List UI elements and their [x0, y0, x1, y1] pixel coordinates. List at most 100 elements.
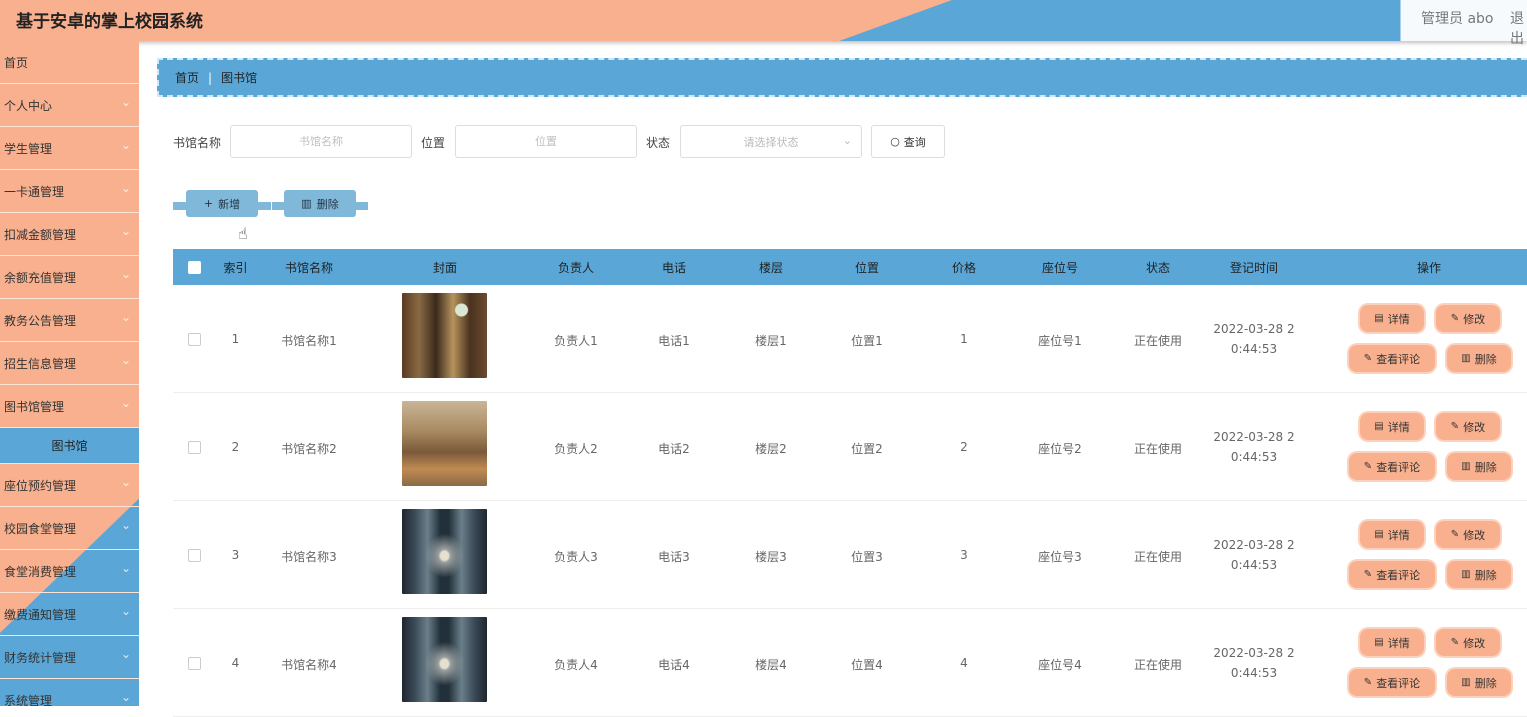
location-search-input[interactable] — [455, 125, 637, 158]
sidebar-item-label: 系统管理 — [4, 693, 53, 707]
app-title: 基于安卓的掌上校园系统 — [16, 12, 203, 32]
chevron-down-icon: ⌄ — [120, 310, 131, 324]
cell-status: 正在使用 — [1133, 550, 1182, 564]
sidebar-item-home[interactable]: 首页 — [0, 41, 139, 84]
add-button[interactable]: + 新增 — [173, 190, 271, 217]
row-checkbox[interactable] — [188, 333, 201, 346]
sidebar-item-students[interactable]: 学生管理 ⌄ — [0, 127, 139, 170]
status-select[interactable]: 请选择状态 ⌄ — [680, 125, 862, 158]
cell-seat: 座位号3 — [1038, 550, 1082, 564]
cell-price: 3 — [960, 548, 968, 562]
column-header: 负责人 — [557, 260, 594, 275]
cell-status: 正在使用 — [1133, 442, 1182, 456]
chevron-down-icon: ⌄ — [120, 561, 131, 575]
sidebar-item-notices[interactable]: 教务公告管理 ⌄ — [0, 299, 139, 342]
cell-seat: 座位号4 — [1038, 658, 1082, 672]
library-table: 索引 书馆名称 封面 负责人 电话 楼层 位置 价格 座位号 状态 登记时间 操… — [173, 249, 1527, 717]
edit-button[interactable]: ✎ 修改 — [1436, 305, 1500, 332]
row-delete-button[interactable]: ▥ 删除 — [1447, 669, 1511, 696]
sidebar-menu: 首页 个人中心 ⌄ 学生管理 ⌄ 一卡通管理 ⌄ 扣减金额管理 ⌄ 余额充值管理 ⌄ 教务… — [0, 41, 139, 706]
trash-icon: ▥ — [1461, 569, 1471, 580]
row-checkbox[interactable] — [188, 657, 201, 670]
delete-button[interactable]: ▥ 删除 — [272, 190, 368, 217]
select-all-checkbox[interactable] — [188, 261, 201, 274]
view-comments-button[interactable]: ✎ 查看评论 — [1349, 669, 1435, 696]
button-decoration — [354, 202, 368, 210]
sidebar-item-label: 缴费通知管理 — [4, 607, 77, 622]
cell-status: 正在使用 — [1133, 658, 1182, 672]
sidebar-item-fee-notices[interactable]: 缴费通知管理 ⌄ — [0, 593, 139, 636]
chevron-down-icon: ⌄ — [120, 95, 131, 109]
sidebar-item-library[interactable]: 图书馆管理 ⌄ — [0, 385, 139, 428]
column-header: 楼层 — [758, 260, 783, 275]
cell-phone: 电话1 — [658, 334, 690, 348]
sidebar-item-admissions[interactable]: 招生信息管理 ⌄ — [0, 342, 139, 385]
sidebar-item-canteen-spending[interactable]: 食堂消费管理 ⌄ — [0, 550, 139, 593]
mouse-cursor-icon: ☝ — [238, 224, 248, 243]
row-delete-button[interactable]: ▥ 删除 — [1447, 561, 1511, 588]
sidebar-item-personal-center[interactable]: 个人中心 ⌄ — [0, 84, 139, 127]
name-search-input[interactable] — [230, 125, 412, 158]
view-comments-label: 查看评论 — [1376, 676, 1421, 690]
row-delete-label: 删除 — [1474, 568, 1497, 582]
edit-button[interactable]: ✎ 修改 — [1436, 629, 1500, 656]
document-icon: ▤ — [1374, 529, 1384, 540]
sidebar-item-system[interactable]: 系统管理 ⌄ — [0, 679, 139, 706]
chevron-down-icon: ⌄ — [120, 181, 131, 195]
cell-time-line2: 0:44:53 — [1230, 558, 1278, 572]
sidebar-subitem-library[interactable]: 图书馆 — [0, 428, 139, 464]
table-row: 2 书馆名称2 负责人2 电话2 楼层2 位置2 2 座位号2 正在使用 202… — [173, 393, 1527, 501]
cell-time-line1: 2022-03-28 2 — [1213, 538, 1295, 552]
detail-button[interactable]: ▤ 详情 — [1360, 521, 1424, 548]
current-user[interactable]: 管理员 abo — [1421, 8, 1493, 28]
document-icon: ▤ — [1374, 637, 1384, 648]
cell-name: 书馆名称3 — [281, 550, 337, 564]
query-button[interactable]: ○ 查询 — [871, 125, 945, 158]
row-checkbox[interactable] — [188, 441, 201, 454]
cell-floor: 楼层4 — [755, 658, 787, 672]
cell-phone: 电话4 — [658, 658, 690, 672]
edit-icon: ✎ — [1363, 677, 1373, 688]
logout-link[interactable]: 退出 — [1510, 8, 1527, 48]
plus-icon: + — [203, 197, 214, 210]
row-checkbox[interactable] — [188, 549, 201, 562]
column-header: 座位号 — [1041, 260, 1078, 275]
detail-button-label: 详情 — [1387, 312, 1410, 326]
breadcrumb-home[interactable]: 首页 — [175, 69, 199, 86]
sidebar-item-label: 个人中心 — [4, 98, 53, 113]
sidebar-item-label: 校园食堂管理 — [4, 521, 77, 536]
sidebar-item-deduction[interactable]: 扣减金额管理 ⌄ — [0, 213, 139, 256]
view-comments-button[interactable]: ✎ 查看评论 — [1349, 561, 1435, 588]
cell-status: 正在使用 — [1133, 334, 1182, 348]
breadcrumb: 首页 | 图书馆 — [157, 58, 1527, 97]
sidebar-item-recharge[interactable]: 余额充值管理 ⌄ — [0, 256, 139, 299]
cell-time-line2: 0:44:53 — [1230, 342, 1278, 356]
chevron-down-icon: ⌄ — [120, 690, 131, 704]
chevron-down-icon: ⌄ — [120, 267, 131, 281]
sidebar-item-seat-booking[interactable]: 座位预约管理 ⌄ — [0, 464, 139, 507]
edit-button[interactable]: ✎ 修改 — [1436, 521, 1500, 548]
cell-name: 书馆名称2 — [281, 442, 337, 456]
edit-button[interactable]: ✎ 修改 — [1436, 413, 1500, 440]
view-comments-button[interactable]: ✎ 查看评论 — [1349, 345, 1435, 372]
trash-icon: ▥ — [1461, 677, 1471, 688]
view-comments-button[interactable]: ✎ 查看评论 — [1349, 453, 1435, 480]
sidebar-item-canteen[interactable]: 校园食堂管理 ⌄ — [0, 507, 139, 550]
edit-icon: ✎ — [1450, 637, 1460, 648]
cell-index: 2 — [231, 440, 240, 454]
table-row: 1 书馆名称1 负责人1 电话1 楼层1 位置1 1 座位号1 正在使用 202… — [173, 285, 1527, 393]
detail-button[interactable]: ▤ 详情 — [1360, 413, 1424, 440]
detail-button[interactable]: ▤ 详情 — [1360, 305, 1424, 332]
edit-icon: ✎ — [1363, 353, 1373, 364]
cell-time-line1: 2022-03-28 2 — [1213, 322, 1295, 336]
cell-name: 书馆名称1 — [281, 334, 337, 348]
chevron-down-icon: ⌄ — [120, 475, 131, 489]
row-delete-label: 删除 — [1474, 460, 1497, 474]
sidebar-item-card[interactable]: 一卡通管理 ⌄ — [0, 170, 139, 213]
view-comments-label: 查看评论 — [1376, 352, 1421, 366]
detail-button[interactable]: ▤ 详情 — [1360, 629, 1424, 656]
sidebar-item-finance[interactable]: 财务统计管理 ⌄ — [0, 636, 139, 679]
document-icon: ▤ — [1374, 421, 1384, 432]
row-delete-button[interactable]: ▥ 删除 — [1447, 345, 1511, 372]
row-delete-button[interactable]: ▥ 删除 — [1447, 453, 1511, 480]
